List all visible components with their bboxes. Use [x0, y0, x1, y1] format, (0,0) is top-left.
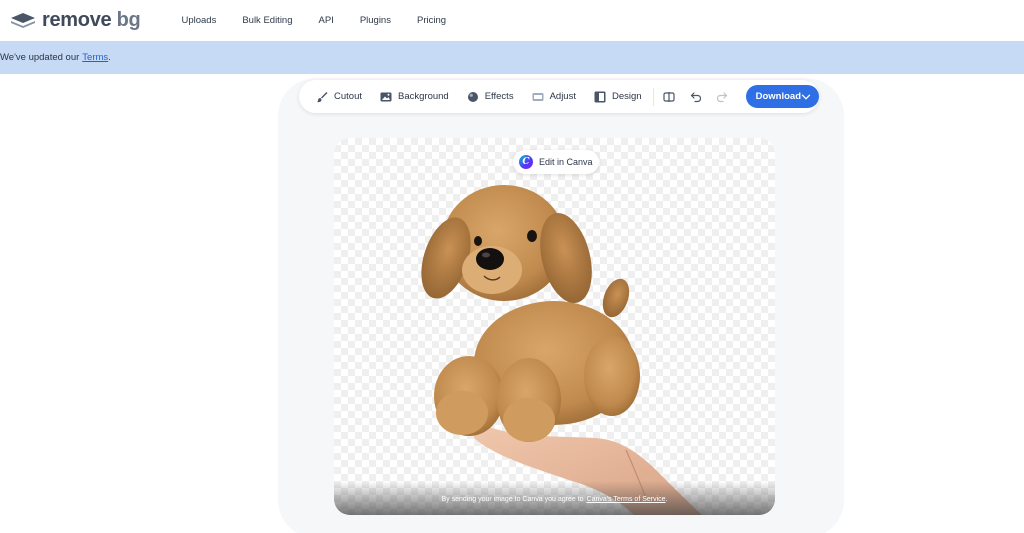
redo-button[interactable]	[709, 83, 736, 111]
canva-terms-text: By sending your image to Canva you agree…	[441, 496, 584, 503]
logo[interactable]: remove bg	[10, 9, 141, 32]
undo-button[interactable]	[682, 83, 709, 111]
nav-link-plugins[interactable]: Plugins	[347, 15, 404, 26]
redo-icon	[717, 91, 728, 102]
tool-background-label: Background	[398, 91, 449, 102]
banner-text: We've updated our	[0, 52, 80, 63]
tool-background[interactable]: Background	[371, 80, 458, 113]
terms-banner: We've updated our Terms .	[0, 41, 1024, 74]
design-icon	[594, 91, 606, 102]
nav-links: Uploads Bulk Editing API Plugins Pricing	[168, 15, 459, 26]
tool-effects[interactable]: Effects	[458, 80, 523, 113]
image-canvas[interactable]: By sending your image to Canva you agree…	[334, 138, 775, 515]
edit-in-canva-label: Edit in Canva	[539, 157, 593, 167]
layers-icon	[11, 12, 35, 28]
download-label: Download	[755, 91, 802, 102]
canva-terms-suffix: .	[665, 496, 668, 503]
toolbar-divider	[652, 87, 654, 106]
nav-link-bulk-editing[interactable]: Bulk Editing	[229, 15, 305, 26]
blur-icon	[467, 91, 478, 102]
image-icon	[380, 92, 392, 101]
logo-word-remove: remove	[42, 9, 112, 31]
compare-button[interactable]	[656, 83, 683, 111]
chevron-down-icon[interactable]	[801, 92, 811, 102]
logo-word-bg: bg	[116, 9, 141, 31]
canva-terms-notice: By sending your image to Canva you agree…	[334, 481, 775, 515]
adjust-icon	[532, 92, 544, 101]
canva-logo-icon: C	[519, 155, 533, 169]
nav-link-pricing[interactable]: Pricing	[404, 15, 459, 26]
canva-terms-link[interactable]: Canva's Terms of Service	[587, 496, 666, 503]
nav-link-uploads[interactable]: Uploads	[168, 15, 229, 26]
banner-suffix: .	[108, 52, 111, 63]
top-nav: remove bg Uploads Bulk Editing API Plugi…	[0, 0, 1024, 41]
edit-in-canva-button[interactable]: C Edit in Canva	[513, 150, 599, 174]
undo-icon	[690, 91, 701, 102]
tool-cutout[interactable]: Cutout	[307, 80, 371, 113]
logo-text: remove bg	[42, 9, 141, 32]
nav-link-api[interactable]: API	[306, 15, 347, 26]
compare-icon	[663, 91, 675, 102]
tool-cutout-label: Cutout	[334, 91, 362, 102]
editor-toolbar: Cutout Background Effects Adjust Design	[299, 80, 820, 113]
tool-adjust[interactable]: Adjust	[523, 80, 585, 113]
result-image	[421, 185, 702, 515]
download-button[interactable]: Download	[745, 85, 820, 108]
terms-link[interactable]: Terms	[82, 52, 108, 63]
tool-adjust-label: Adjust	[549, 91, 576, 102]
tool-design-label: Design	[611, 91, 642, 102]
tool-effects-label: Effects	[484, 91, 514, 102]
tool-design[interactable]: Design	[585, 80, 651, 113]
brush-icon	[317, 91, 328, 102]
